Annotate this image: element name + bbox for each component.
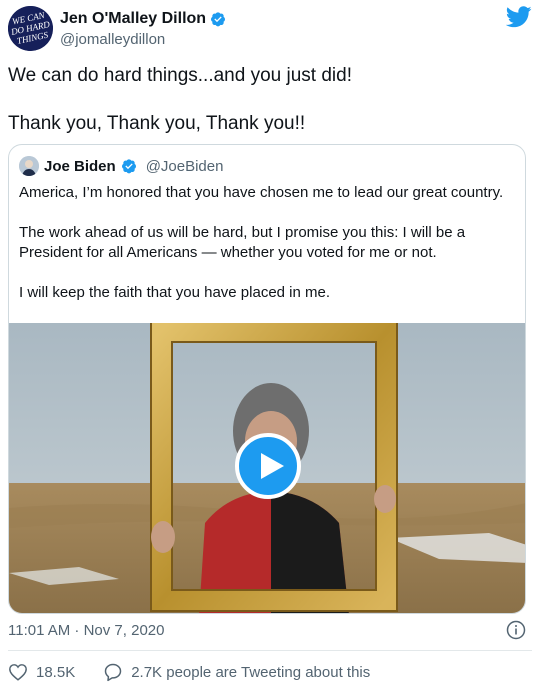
- quoted-tweet-header: Joe Biden @JoeBiden: [19, 155, 223, 177]
- video-play-button[interactable]: [235, 433, 301, 499]
- tweet-card: WE CAN DO HARD THINGS Jen O'Malley Dillo…: [0, 0, 540, 690]
- quoted-tweet[interactable]: Joe Biden @JoeBiden America, I’m honored…: [8, 144, 526, 614]
- quoted-author-display-name[interactable]: Joe Biden: [44, 158, 116, 175]
- video-media[interactable]: [9, 323, 525, 613]
- speech-bubble-icon: [104, 663, 122, 682]
- quoted-verified-badge-icon: [121, 159, 136, 174]
- tweeting-about-this-text: 2.7K people are Tweeting about this: [131, 663, 371, 681]
- author-display-name-text[interactable]: Jen O'Malley Dillon: [60, 10, 206, 28]
- avatar-logo: WE CAN DO HARD THINGS: [8, 6, 53, 51]
- author-display-name[interactable]: Jen O'Malley Dillon: [60, 10, 226, 28]
- tweet-header: WE CAN DO HARD THINGS Jen O'Malley Dillo…: [8, 6, 532, 54]
- like-count: 18.5K: [36, 663, 76, 681]
- info-icon[interactable]: [506, 620, 526, 640]
- tweet-text: We can do hard things...and you just did…: [8, 65, 352, 134]
- verified-badge-icon: [211, 12, 226, 27]
- twitter-bird-icon[interactable]: [506, 6, 532, 28]
- author-names: Jen O'Malley Dillon @jomalleydillon: [60, 10, 226, 48]
- author-avatar[interactable]: WE CAN DO HARD THINGS: [8, 6, 53, 51]
- tweet-timestamp[interactable]: 11:01 AM · Nov 7, 2020: [8, 622, 164, 639]
- tweeting-about-this-button[interactable]: 2.7K people are Tweeting about this: [103, 662, 370, 682]
- heart-outline-icon: [9, 664, 27, 681]
- quoted-author-avatar[interactable]: [19, 156, 39, 176]
- quoted-tweet-text: America, I’m honored that you have chose…: [19, 184, 504, 301]
- play-icon: [261, 453, 284, 479]
- actions-divider: [8, 650, 532, 651]
- quoted-author-handle[interactable]: @JoeBiden: [146, 158, 224, 175]
- author-handle[interactable]: @jomalleydillon: [60, 31, 226, 48]
- tweet-actions: 18.5K 2.7K people are Tweeting about thi…: [8, 660, 398, 684]
- like-button[interactable]: 18.5K: [8, 663, 75, 681]
- quoted-avatar-image: [19, 156, 39, 176]
